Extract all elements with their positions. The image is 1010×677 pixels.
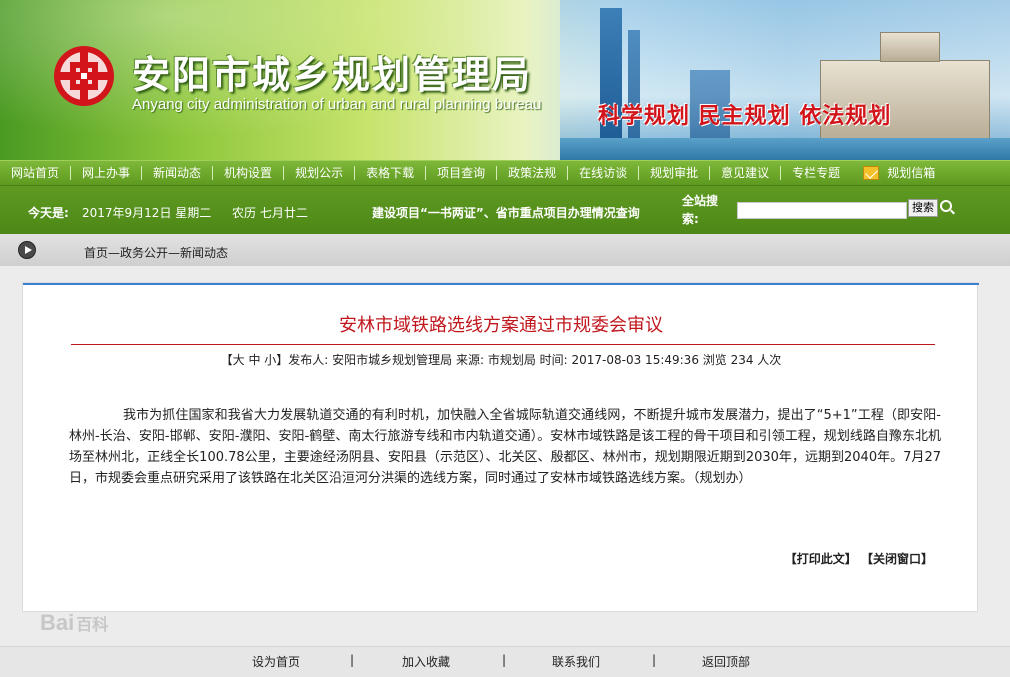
nav-item-planning-notice[interactable]: 规划公示: [284, 160, 354, 186]
search-input[interactable]: [737, 202, 907, 219]
print-article-link[interactable]: 【打印此文】: [785, 552, 857, 566]
article-panel: 安林市域铁路选线方案通过市规委会审议 【大 中 小】发布人: 安阳市城乡规划管理…: [22, 282, 979, 612]
date-value: 2017年9月12日 星期二: [82, 206, 212, 220]
date-label: 今天是:: [28, 206, 69, 220]
nav-item-forms-download[interactable]: 表格下载: [355, 160, 425, 186]
breadcrumb: 首页—政务公开—新闻动态: [84, 246, 229, 260]
header-banner: 安阳市城乡规划管理局 Anyang city administration of…: [0, 0, 1010, 160]
footer-separator: |: [502, 653, 507, 667]
bureau-logo-icon: [54, 46, 114, 106]
site-subtitle: Anyang city administration of urban and …: [132, 96, 542, 113]
nav-item-topics[interactable]: 专栏专题: [781, 160, 851, 186]
set-homepage-link[interactable]: 设为首页: [252, 653, 300, 670]
site-title: 安阳市城乡规划管理局: [132, 53, 533, 97]
article-body: 我市为抓住国家和我省大力发展轨道交通的有利时机，加快融入全省城际轨道交通线网，不…: [69, 408, 941, 486]
nav-item-organization[interactable]: 机构设置: [213, 160, 283, 186]
project-query-link[interactable]: 建设项目“一书两证”、省市重点项目办理情况查询: [372, 204, 640, 221]
article-meta: 【大 中 小】发布人: 安阳市城乡规划管理局 来源: 市规划局 时间: 2017…: [220, 353, 782, 367]
nav-item-suggestions[interactable]: 意见建议: [710, 160, 780, 186]
nav-item-project-query[interactable]: 项目查询: [426, 160, 496, 186]
back-to-top-link[interactable]: 返回顶部: [702, 653, 750, 670]
nav-item-mailbox[interactable]: 规划信箱: [863, 160, 939, 186]
footer-separator: |: [350, 653, 355, 667]
baidu-baike-watermark: Bai 百科: [40, 610, 109, 635]
lunar-date: 农历 七月廿二: [232, 206, 308, 220]
footer-separator: |: [652, 653, 657, 667]
nav-item-home[interactable]: 网站首页: [0, 160, 70, 186]
search-button[interactable]: 搜索: [908, 199, 938, 217]
title-divider: [71, 344, 935, 345]
search-icon[interactable]: [940, 200, 952, 212]
site-slogan: 科学规划 民主规划 依法规划: [598, 103, 892, 129]
breadcrumb-bar: 首页—政务公开—新闻动态: [0, 234, 1010, 266]
article-actions: 【打印此文】 【关闭窗口】: [785, 550, 933, 567]
nav-item-online-service[interactable]: 网上办事: [71, 160, 141, 186]
play-icon: [18, 241, 36, 259]
contact-us-link[interactable]: 联系我们: [552, 653, 600, 670]
nav-item-interviews[interactable]: 在线访谈: [568, 160, 638, 186]
nav-item-approval[interactable]: 规划审批: [639, 160, 709, 186]
mailbox-label: 规划信箱: [887, 166, 936, 180]
article-title: 安林市域铁路选线方案通过市规委会审议: [339, 315, 663, 336]
info-bar: 今天是: 2017年9月12日 星期二 农历 七月廿二 建设项目“一书两证”、省…: [0, 186, 1010, 234]
mail-icon: [863, 166, 880, 180]
footer: 设为首页 | 加入收藏 | 联系我们 | 返回顶部: [0, 646, 1010, 677]
add-favorite-link[interactable]: 加入收藏: [402, 653, 450, 670]
nav-item-policies[interactable]: 政策法规: [497, 160, 567, 186]
close-window-link[interactable]: 【关闭窗口】: [861, 552, 933, 566]
nav-item-news[interactable]: 新闻动态: [142, 160, 212, 186]
main-nav: 网站首页 网上办事 新闻动态 机构设置 规划公示 表格下载 项目查询 政策法规 …: [0, 160, 1010, 186]
search-label: 全站搜索:: [682, 194, 719, 226]
